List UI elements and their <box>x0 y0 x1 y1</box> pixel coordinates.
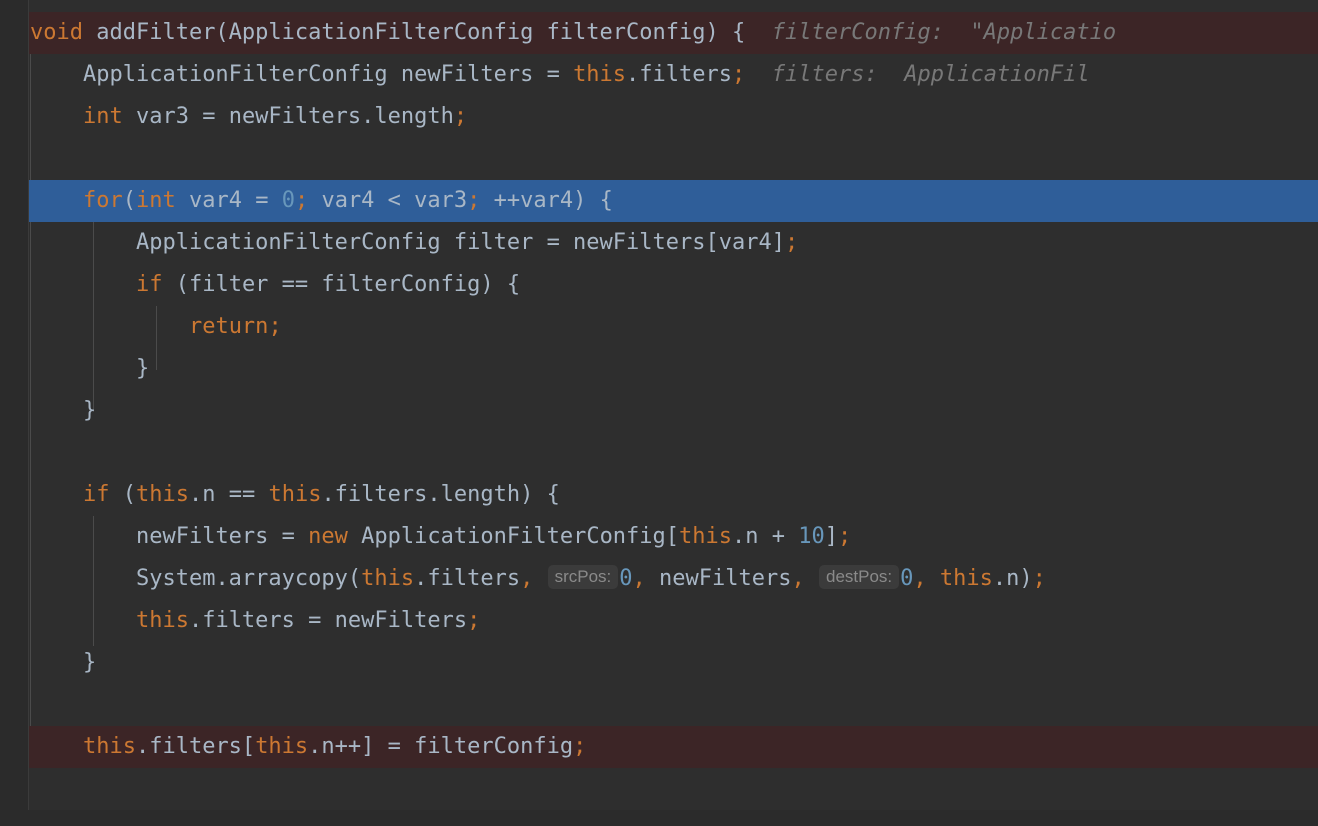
line14-call: System.arraycopy( <box>135 566 362 591</box>
keyword-int-loop: int <box>135 188 176 213</box>
line9-close-brace: } <box>135 356 150 381</box>
keyword-new: new <box>308 524 348 549</box>
line13-number-ten: 10 <box>798 524 825 549</box>
code-line-13[interactable]: newFilters = new ApplicationFilterConfig… <box>0 516 1318 558</box>
code-line-4-blank[interactable] <box>0 138 1318 180</box>
line5-condition: var4 < var3 <box>308 188 468 213</box>
line5-var-init: var4 = <box>175 188 282 213</box>
line2-decl: ApplicationFilterConfig newFilters = <box>82 62 574 87</box>
line13-close-bracket: ] <box>824 524 839 549</box>
keyword-this-4: this <box>361 566 415 591</box>
code-line-18[interactable]: this.filters[this.n++] = filterConfig; <box>0 726 1318 768</box>
code-line-3[interactable]: int var3 = newFilters.length; <box>0 96 1318 138</box>
line13-assign: newFilters = <box>135 524 309 549</box>
code-line-2[interactable]: ApplicationFilterConfig newFilters = thi… <box>0 54 1318 96</box>
line13-type: ApplicationFilterConfig[ <box>347 524 680 549</box>
keyword-this: this <box>573 62 627 87</box>
keyword-return: return <box>188 314 269 339</box>
keyword-for: for <box>82 188 123 213</box>
keyword-this-3: this <box>679 524 733 549</box>
line10-close-brace: } <box>82 398 97 423</box>
keyword-if: if <box>135 272 163 297</box>
gutter-divider <box>28 0 29 810</box>
code-line-10[interactable]: } <box>0 390 1318 432</box>
code-line-16[interactable]: } <box>0 642 1318 684</box>
code-line-11-blank[interactable] <box>0 432 1318 474</box>
line13-semicolon: ; <box>838 524 852 549</box>
keyword-this-5: this <box>926 566 993 591</box>
line3-semicolon: ; <box>453 104 468 129</box>
param-hint-srcpos[interactable]: srcPos: <box>547 565 619 589</box>
line12-mid: .n == <box>188 482 269 507</box>
code-lines[interactable]: void addFilter(ApplicationFilterConfig f… <box>0 12 1318 810</box>
line14-number-zero-2: 0 <box>900 566 914 591</box>
line14-tail: .n) <box>992 566 1033 591</box>
line5-semicolon-1: ; <box>294 188 309 213</box>
code-line-8[interactable]: return; <box>0 306 1318 348</box>
code-line-6[interactable]: ApplicationFilterConfig filter = newFilt… <box>0 222 1318 264</box>
param-hint-destpos[interactable]: destPos: <box>818 565 900 589</box>
line14-comma-2: , <box>632 566 646 591</box>
line16-close-brace: } <box>82 650 97 675</box>
line8-semicolon: ; <box>268 314 282 339</box>
code-line-5[interactable]: for(int var4 = 0; var4 < var3; ++var4) { <box>0 180 1318 222</box>
line14-arg1: .filters <box>414 566 521 591</box>
line18-semicolon: ; <box>573 734 587 759</box>
code-line-15[interactable]: this.filters = newFilters; <box>0 600 1318 642</box>
code-line-19[interactable]: } <box>0 768 1318 810</box>
code-line-14[interactable]: System.arraycopy(this.filters, srcPos: 0,… <box>0 558 1318 600</box>
code-line-1[interactable]: void addFilter(ApplicationFilterConfig f… <box>0 12 1318 54</box>
line2-tail: .filters <box>626 62 733 87</box>
line14-comma-4: , <box>913 566 927 591</box>
keyword-this-6: this <box>135 608 189 633</box>
line2-semicolon: ; <box>732 62 746 87</box>
line1-signature: addFilter(ApplicationFilterConfig filter… <box>82 20 746 45</box>
line12-tail: .filters.length) { <box>321 482 560 507</box>
line6-semicolon: ; <box>784 230 799 255</box>
line5-semicolon-2: ; <box>467 188 481 213</box>
line7-rest: (filter == filterConfig) { <box>162 272 521 297</box>
code-line-7[interactable]: if (filter == filterConfig) { <box>0 264 1318 306</box>
line14-comma-1: , <box>520 566 534 591</box>
line18-mid: .filters[ <box>135 734 256 759</box>
line12-open: ( <box>109 482 136 507</box>
code-line-17-blank[interactable] <box>0 684 1318 726</box>
inline-hint-filters: filters: ApplicationFil <box>771 62 1090 87</box>
code-line-12[interactable]: if (this.n == this.filters.length) { <box>0 474 1318 516</box>
keyword-this-7: this <box>82 734 136 759</box>
code-editor[interactable]: void addFilter(ApplicationFilterConfig f… <box>0 0 1318 826</box>
keyword-void: void <box>30 20 83 45</box>
line5-paren-open: ( <box>122 188 136 213</box>
line15-rest: .filters = newFilters <box>188 608 468 633</box>
line6-text: ApplicationFilterConfig filter = newFilt… <box>135 230 785 255</box>
line5-number-zero: 0 <box>281 188 295 213</box>
keyword-this-1: this <box>135 482 189 507</box>
editor-bottom-bar <box>0 810 1318 826</box>
line13-plus: .n + <box>732 524 799 549</box>
line15-semicolon: ; <box>467 608 481 633</box>
inline-hint-filterconfig: filterConfig: "Applicatio <box>771 20 1117 45</box>
code-line-9[interactable]: } <box>0 348 1318 390</box>
line18-mid-2: .n++] = filterConfig <box>308 734 574 759</box>
keyword-this-2: this <box>268 482 322 507</box>
keyword-this-8: this <box>255 734 309 759</box>
line3-rest: var3 = newFilters.length <box>122 104 454 129</box>
line14-arg2: newFilters <box>645 566 792 591</box>
line14-semicolon: ; <box>1032 566 1046 591</box>
editor-gutter[interactable] <box>0 0 28 810</box>
line14-comma-3: , <box>791 566 805 591</box>
line14-number-zero-1: 0 <box>619 566 633 591</box>
keyword-int: int <box>82 104 123 129</box>
line5-increment: ++var4) { <box>480 188 613 213</box>
keyword-if-2: if <box>82 482 110 507</box>
